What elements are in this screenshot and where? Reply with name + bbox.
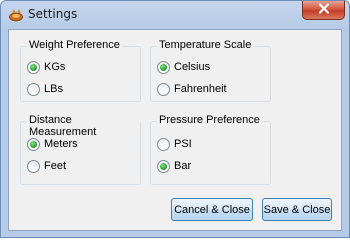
radio-label: Celsius [174, 61, 211, 73]
radio-label: Bar [174, 160, 192, 172]
save-close-button[interactable]: Save & Close [262, 198, 332, 221]
radio-label: LBs [44, 83, 63, 95]
app-icon [8, 8, 24, 22]
close-icon [318, 3, 330, 17]
window-title: Settings [28, 7, 78, 21]
radio-lbs[interactable]: LBs [27, 82, 63, 96]
radio-celsius[interactable]: Celsius [157, 60, 210, 74]
radio-kgs[interactable]: KGs [27, 60, 65, 74]
radio-psi[interactable]: PSI [157, 137, 192, 151]
group-title: Distance Measurement [27, 114, 140, 138]
cancel-close-button[interactable]: Cancel & Close [171, 198, 253, 221]
radio-button[interactable] [27, 159, 40, 173]
pressure-preference-group: Pressure Preference PSI Bar [150, 114, 271, 185]
radio-button[interactable] [27, 82, 40, 96]
radio-button[interactable] [27, 137, 40, 151]
radio-label: Fahrenheit [174, 83, 227, 95]
weight-preference-group: Weight Preference KGs LBs [20, 39, 141, 102]
radio-label: Feet [44, 160, 67, 172]
close-button[interactable] [302, 1, 345, 20]
radio-button[interactable] [157, 60, 170, 74]
radio-button[interactable] [27, 60, 40, 74]
radio-button[interactable] [157, 82, 170, 96]
dialog-body: Weight Preference KGs LBs Temperature Sc… [8, 29, 342, 231]
radio-button[interactable] [157, 137, 170, 151]
temperature-scale-group: Temperature Scale Celsius Fahrenheit [150, 39, 271, 102]
radio-feet[interactable]: Feet [27, 159, 66, 173]
radio-label: KGs [44, 61, 66, 73]
radio-label: Meters [44, 138, 78, 150]
radio-fahrenheit[interactable]: Fahrenheit [157, 82, 227, 96]
group-title: Weight Preference [27, 39, 122, 51]
radio-button[interactable] [157, 159, 170, 173]
radio-label: PSI [174, 138, 192, 150]
group-title: Pressure Preference [157, 114, 262, 126]
title-bar[interactable]: Settings [1, 1, 349, 29]
settings-window: Settings Weight Preference KGs LBs Tempe… [0, 0, 350, 238]
radio-meters[interactable]: Meters [27, 137, 78, 151]
radio-bar[interactable]: Bar [157, 159, 191, 173]
group-title: Temperature Scale [157, 39, 254, 51]
distance-measurement-group: Distance Measurement Meters Feet [20, 114, 141, 185]
